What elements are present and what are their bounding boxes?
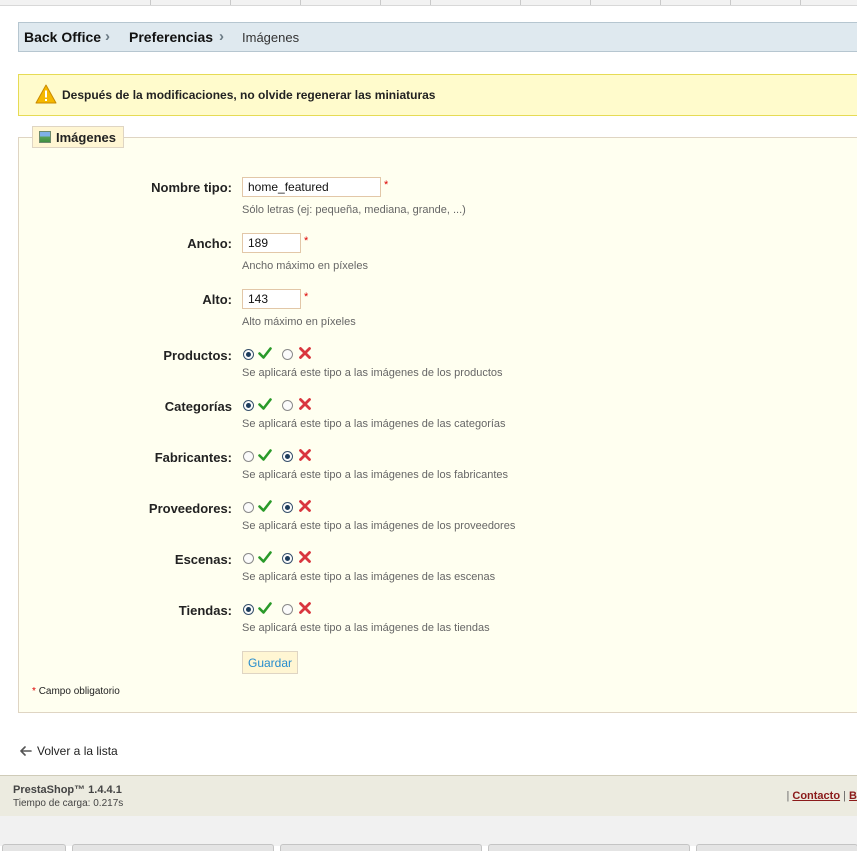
breadcrumb: Back Office › Preferencias › Imágenes <box>18 22 857 52</box>
check-icon <box>258 347 272 359</box>
warning-icon <box>35 84 57 104</box>
required-star: * <box>304 291 309 303</box>
productos-hint: Se aplicará este tipo a las imágenes de … <box>242 367 503 379</box>
breadcrumb-current: Imágenes <box>242 30 300 45</box>
fabricantes-no-radio[interactable] <box>282 451 293 462</box>
footer-load-time: Tiempo de carga: 0.217s <box>13 798 124 809</box>
escenas-label: Escenas: <box>174 552 232 567</box>
escenas-yes-radio[interactable] <box>243 553 254 564</box>
cross-icon <box>299 398 311 410</box>
categorias-label: Categorías <box>164 399 232 414</box>
width-input[interactable] <box>242 233 301 253</box>
required-note-text: Campo obligatorio <box>38 686 120 697</box>
cross-icon <box>299 602 311 614</box>
productos-label: Productos: <box>163 348 232 363</box>
categorias-hint: Se aplicará este tipo a las imágenes de … <box>242 418 506 430</box>
tiendas-label: Tiendas: <box>178 603 232 618</box>
width-label: Ancho: <box>187 236 232 251</box>
required-star: * <box>304 235 309 247</box>
footer-separator: | <box>843 790 846 802</box>
breadcrumb-item-back-office[interactable]: Back Office <box>24 29 101 45</box>
categorias-yes-radio[interactable] <box>243 400 254 411</box>
width-hint: Ancho máximo en píxeles <box>242 260 368 272</box>
arrow-left-icon <box>20 746 32 756</box>
escenas-hint: Se aplicará este tipo a las imágenes de … <box>242 571 496 583</box>
back-to-list-link[interactable]: Volver a la lista <box>20 744 118 758</box>
cross-icon <box>299 449 311 461</box>
required-note: * Campo obligatorio <box>32 686 120 697</box>
back-to-list-label: Volver a la lista <box>37 744 118 758</box>
name-hint: Sólo letras (ej: pequeña, mediana, grand… <box>242 204 466 216</box>
image-icon <box>39 131 51 143</box>
escenas-no-radio[interactable] <box>282 553 293 564</box>
height-input[interactable] <box>242 289 301 309</box>
form-legend: Imágenes <box>32 126 124 148</box>
footer: PrestaShop™ 1.4.4.1 Tiempo de carga: 0.2… <box>0 775 857 816</box>
tiendas-no-radio[interactable] <box>282 604 293 615</box>
productos-yes-radio[interactable] <box>243 349 254 360</box>
taskbar <box>0 816 857 851</box>
warning-banner: Después de la modificaciones, no olvide … <box>18 74 857 116</box>
cross-icon <box>299 500 311 512</box>
tiendas-yes-radio[interactable] <box>243 604 254 615</box>
name-input[interactable] <box>242 177 381 197</box>
footer-separator: | <box>786 790 790 802</box>
cross-icon <box>299 347 311 359</box>
fabricantes-yes-radio[interactable] <box>243 451 254 462</box>
check-icon <box>258 398 272 410</box>
chevron-right-icon: › <box>105 28 110 45</box>
footer-version: PrestaShop™ 1.4.4.1 <box>13 784 122 796</box>
top-window-strip <box>0 0 857 6</box>
name-label: Nombre tipo: <box>151 180 232 195</box>
check-icon <box>258 551 272 563</box>
proveedores-no-radio[interactable] <box>282 502 293 513</box>
check-icon <box>258 500 272 512</box>
breadcrumb-item-preferencias[interactable]: Preferencias <box>129 29 213 45</box>
required-star: * <box>384 179 389 191</box>
form-legend-title: Imágenes <box>56 129 116 145</box>
categorias-no-radio[interactable] <box>282 400 293 411</box>
warning-text: Después de la modificaciones, no olvide … <box>62 88 436 102</box>
check-icon <box>258 449 272 461</box>
check-icon <box>258 602 272 614</box>
fabricantes-label: Fabricantes: <box>154 450 232 465</box>
height-label: Alto: <box>202 292 232 307</box>
save-button[interactable]: Guardar <box>242 651 299 674</box>
proveedores-label: Proveedores: <box>148 501 232 516</box>
footer-links: | Contacto | B <box>786 790 857 802</box>
footer-contact-link[interactable]: Contacto <box>792 790 840 802</box>
footer-cut-link[interactable]: B <box>849 790 857 802</box>
tiendas-hint: Se aplicará este tipo a las imágenes de … <box>242 622 490 634</box>
productos-no-radio[interactable] <box>282 349 293 360</box>
cross-icon <box>299 551 311 563</box>
height-hint: Alto máximo en píxeles <box>242 316 356 328</box>
chevron-right-icon: › <box>219 28 224 45</box>
proveedores-yes-radio[interactable] <box>243 502 254 513</box>
proveedores-hint: Se aplicará este tipo a las imágenes de … <box>242 520 516 532</box>
required-star: * <box>32 686 36 697</box>
fabricantes-hint: Se aplicará este tipo a las imágenes de … <box>242 469 508 481</box>
